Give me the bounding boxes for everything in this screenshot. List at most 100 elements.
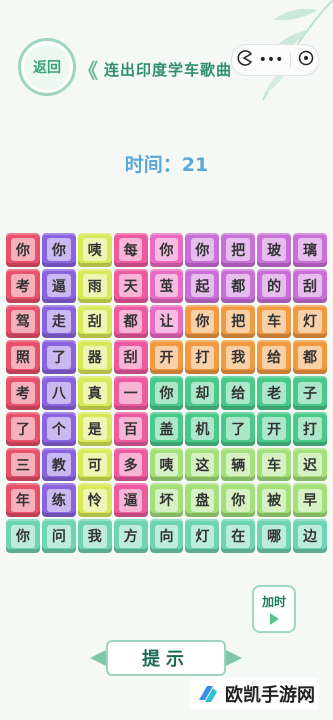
tile[interactable]: 你 [6,233,40,267]
tile[interactable]: 打 [185,340,220,375]
tile[interactable]: 哪 [257,519,292,553]
tile[interactable]: 给 [221,376,256,410]
pacman-icon[interactable] [236,50,252,70]
tile[interactable]: 咦 [77,233,112,267]
tile[interactable]: 照 [6,340,40,375]
tile[interactable]: 盖 [149,411,184,446]
tile-char: 练 [46,488,71,512]
tile[interactable]: 考 [6,376,40,410]
tile-char: 我 [82,524,107,548]
tile[interactable]: 盘 [185,483,220,518]
tile[interactable]: 每 [113,233,148,267]
tile[interactable]: 咦 [149,447,184,482]
close-icon[interactable] [298,50,314,70]
tile[interactable]: 你 [185,233,220,267]
tile[interactable]: 我 [77,519,112,553]
hint-button[interactable]: 提示 [86,636,246,680]
tile[interactable]: 刮 [113,340,148,375]
tile[interactable]: 我 [221,340,256,375]
tile[interactable]: 打 [293,411,327,446]
mini-program-capsule: ••• [231,44,319,76]
tile[interactable]: 教 [41,447,76,482]
tile[interactable]: 你 [149,233,184,267]
tile[interactable]: 方 [113,519,148,553]
tile[interactable]: 边 [293,519,327,553]
tile-char: 怜 [82,488,107,512]
tile[interactable]: 被 [257,483,292,518]
tile[interactable]: 考 [6,268,40,303]
tile[interactable]: 把 [221,304,256,339]
tile[interactable]: 逼 [113,483,148,518]
tile[interactable]: 却 [185,376,220,410]
tile[interactable]: 个 [41,411,76,446]
tile[interactable]: 让 [149,304,184,339]
tile[interactable]: 你 [185,304,220,339]
tile[interactable]: 你 [149,376,184,410]
tile[interactable]: 可 [77,447,112,482]
tile-char: 玻 [262,238,287,262]
tile[interactable]: 把 [221,233,256,267]
tile[interactable]: 你 [221,483,256,518]
tile[interactable]: 老 [257,376,292,410]
tile-char: 百 [118,417,143,441]
tile[interactable]: 都 [293,340,327,375]
tile[interactable]: 了 [221,411,256,446]
tile[interactable]: 在 [221,519,256,553]
tile[interactable]: 玻 [257,233,292,267]
tile[interactable]: 起 [185,268,220,303]
tile[interactable]: 一 [113,376,148,410]
tile[interactable]: 问 [41,519,76,553]
tile-char: 老 [262,381,287,405]
tile[interactable]: 灯 [293,304,327,339]
tile[interactable]: 多 [113,447,148,482]
tile[interactable]: 年 [6,483,40,518]
tile[interactable]: 你 [41,233,76,267]
tile[interactable]: 逼 [41,268,76,303]
tile[interactable]: 百 [113,411,148,446]
tile-char: 咦 [154,453,179,477]
tile[interactable]: 茧 [149,268,184,303]
tile[interactable]: 迟 [293,447,327,482]
more-icon[interactable]: ••• [259,52,284,68]
tile[interactable]: 你 [6,519,40,553]
back-button[interactable]: 返回 [18,38,76,96]
tile[interactable]: 天 [113,268,148,303]
tile[interactable]: 都 [221,268,256,303]
tile[interactable]: 辆 [221,447,256,482]
tile[interactable]: 向 [149,519,184,553]
tile[interactable]: 车 [257,447,292,482]
tile[interactable]: 是 [77,411,112,446]
tile[interactable]: 早 [293,483,327,518]
tile[interactable]: 器 [77,340,112,375]
tile-char: 盖 [154,417,179,441]
tile-char: 你 [154,381,179,405]
tile-char: 了 [11,417,35,441]
tile[interactable]: 坏 [149,483,184,518]
tile[interactable]: 八 [41,376,76,410]
tile-char: 子 [298,381,322,405]
tile[interactable]: 真 [77,376,112,410]
tile[interactable]: 机 [185,411,220,446]
tile[interactable]: 了 [41,340,76,375]
tile[interactable]: 给 [257,340,292,375]
add-time-button[interactable]: 加时 [252,585,296,633]
tile[interactable]: 璃 [293,233,327,267]
tile[interactable]: 开 [257,411,292,446]
tile[interactable]: 的 [257,268,292,303]
tile[interactable]: 开 [149,340,184,375]
tile[interactable]: 都 [113,304,148,339]
tile[interactable]: 雨 [77,268,112,303]
tile[interactable]: 灯 [185,519,220,553]
tile[interactable]: 怜 [77,483,112,518]
tile[interactable]: 子 [293,376,327,410]
tile[interactable]: 车 [257,304,292,339]
tile[interactable]: 三 [6,447,40,482]
tile[interactable]: 了 [6,411,40,446]
tile[interactable]: 刮 [77,304,112,339]
tile[interactable]: 这 [185,447,220,482]
tile-char: 打 [298,417,322,441]
tile[interactable]: 驾 [6,304,40,339]
tile[interactable]: 练 [41,483,76,518]
tile[interactable]: 走 [41,304,76,339]
tile[interactable]: 刮 [293,268,327,303]
